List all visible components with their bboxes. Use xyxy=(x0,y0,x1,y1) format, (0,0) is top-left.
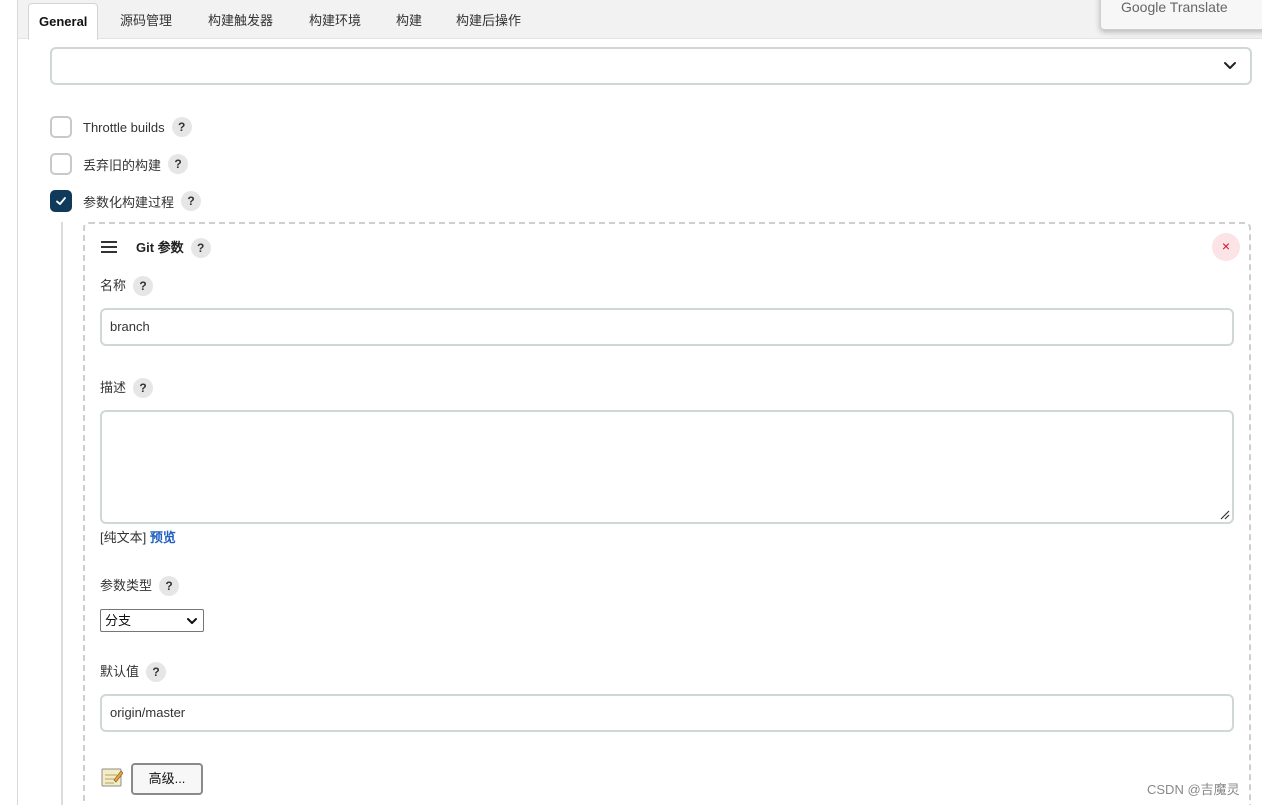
left-border xyxy=(17,0,18,805)
default-value-field-label: 默认值 ? xyxy=(100,662,167,682)
delete-parameter-button[interactable]: × xyxy=(1212,233,1240,261)
help-icon[interactable]: ? xyxy=(181,191,202,211)
option-throttle-builds: Throttle builds ? xyxy=(50,116,192,138)
preview-link[interactable]: 预览 xyxy=(150,530,176,545)
description-label-text: 描述 xyxy=(100,380,127,395)
description-textarea[interactable] xyxy=(100,410,1234,524)
help-icon[interactable]: ? xyxy=(171,117,192,137)
help-icon[interactable]: ? xyxy=(133,276,154,296)
checkmark-icon xyxy=(56,197,66,205)
plain-text-label: [纯文本] xyxy=(100,530,147,545)
nested-indent-line xyxy=(61,222,63,805)
tab-build-environment[interactable]: 构建环境 xyxy=(309,3,361,39)
tab-build[interactable]: 构建 xyxy=(396,3,422,39)
param-type-value: 分支 xyxy=(105,613,132,628)
help-icon[interactable]: ? xyxy=(190,238,211,258)
parameterized-build-checkbox[interactable] xyxy=(50,190,72,212)
option-discard-old-builds: 丢弃旧的构建 ? xyxy=(50,153,189,175)
option-parameterized-build: 参数化构建过程 ? xyxy=(50,190,202,212)
config-tab-bar: General 源码管理 构建触发器 构建环境 构建 构建后操作 xyxy=(18,0,1262,40)
google-translate-label: Google Translate xyxy=(1121,0,1228,15)
throttle-builds-label: Throttle builds xyxy=(83,119,165,135)
tab-build-triggers[interactable]: 构建触发器 xyxy=(208,3,273,39)
chevron-down-icon xyxy=(1224,62,1236,69)
notepad-icon xyxy=(101,768,123,787)
advanced-button[interactable]: 高级... xyxy=(131,763,203,795)
throttle-builds-checkbox[interactable] xyxy=(50,116,72,138)
tab-post-build[interactable]: 构建后操作 xyxy=(456,3,521,39)
tab-general[interactable]: General xyxy=(28,3,99,40)
help-icon[interactable]: ? xyxy=(159,576,180,596)
param-title: Git 参数 ? xyxy=(136,238,211,258)
name-field-label: 名称 ? xyxy=(100,276,154,296)
description-field-label: 描述 ? xyxy=(100,378,154,398)
name-label-text: 名称 xyxy=(100,278,127,293)
google-translate-popup[interactable]: Google Translate xyxy=(1100,0,1262,30)
parameterized-build-label: 参数化构建过程 xyxy=(83,194,175,210)
name-input[interactable]: branch xyxy=(100,308,1234,346)
top-select[interactable] xyxy=(50,47,1252,85)
tab-scm[interactable]: 源码管理 xyxy=(120,3,172,39)
drag-handle-icon[interactable] xyxy=(101,241,117,255)
param-type-label-text: 参数类型 xyxy=(100,578,153,593)
param-type-field-label: 参数类型 ? xyxy=(100,576,180,596)
discard-old-builds-label: 丢弃旧的构建 xyxy=(83,157,162,173)
param-type-select[interactable]: 分支 xyxy=(100,609,204,632)
default-value-input[interactable]: origin/master xyxy=(100,694,1234,732)
watermark: CSDN @吉魔灵 xyxy=(1147,782,1240,797)
chevron-down-icon xyxy=(187,618,197,624)
help-icon[interactable]: ? xyxy=(133,378,154,398)
resize-grip-icon[interactable] xyxy=(1220,510,1230,520)
default-value-label-text: 默认值 xyxy=(100,664,140,679)
discard-old-builds-checkbox[interactable] xyxy=(50,153,72,175)
help-icon[interactable]: ? xyxy=(168,154,189,174)
help-icon[interactable]: ? xyxy=(146,662,167,682)
text-format-line: [纯文本] 预览 xyxy=(100,527,176,546)
param-title-text: Git 参数 xyxy=(136,240,184,255)
